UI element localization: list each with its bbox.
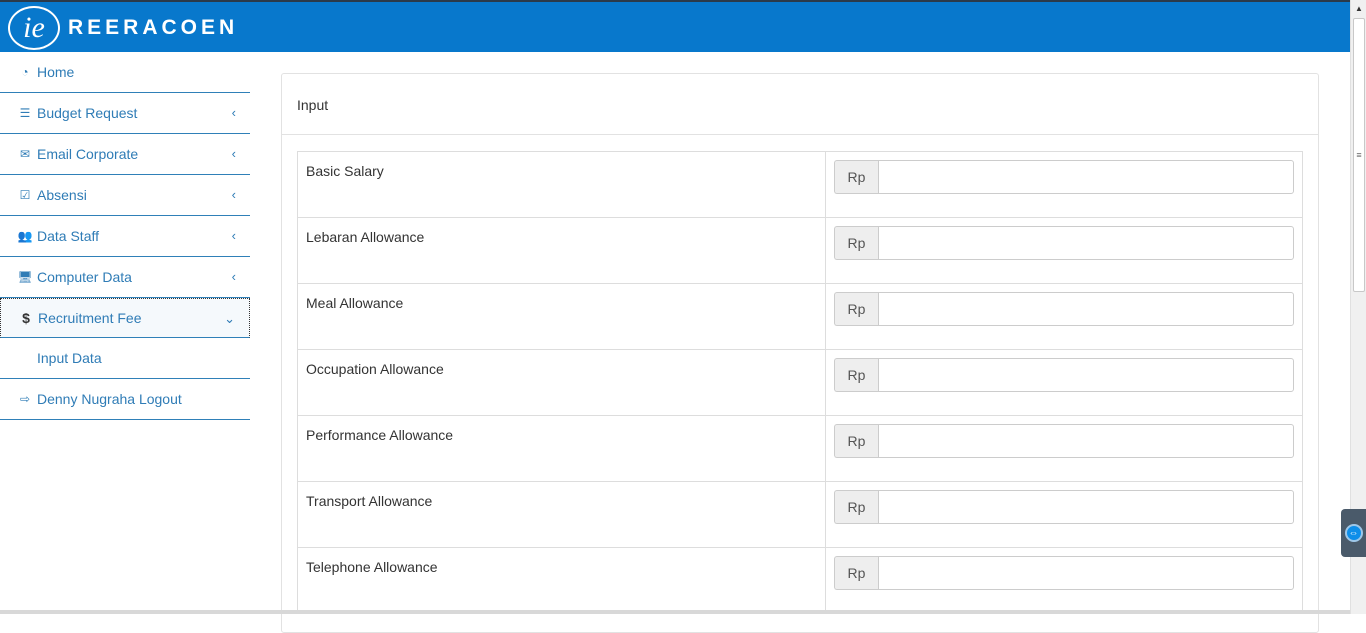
lebaran-allowance-input[interactable]: [878, 226, 1294, 260]
desktop-icon: 🖥: [17, 270, 33, 284]
sidebar-item-budget-request[interactable]: ☰ Budget Request ‹: [0, 93, 250, 134]
table-row: Basic Salary Rp: [298, 152, 1302, 218]
sidebar-item-home[interactable]: ◔ Home: [0, 52, 250, 93]
currency-prefix: Rp: [834, 490, 878, 524]
scroll-up-arrow-icon[interactable]: ▲: [1351, 0, 1366, 16]
panel-title: Input: [282, 74, 1318, 135]
sidebar-item-logout[interactable]: ⇨ Denny Nugraha Logout: [0, 379, 250, 420]
sidebar-item-absensi[interactable]: ☑ Absensi ‹: [0, 175, 250, 216]
table-row: Lebaran Allowance Rp: [298, 218, 1302, 284]
brand-monogram: ie: [8, 6, 60, 50]
currency-prefix: Rp: [834, 424, 878, 458]
chevron-left-icon: ‹: [231, 187, 236, 202]
remote-support-tab[interactable]: ⇔: [1341, 509, 1366, 557]
sidebar-item-label: Absensi: [37, 187, 87, 203]
sidebar-subitem-label: Input Data: [37, 350, 102, 366]
field-label: Telephone Allowance: [298, 548, 826, 613]
currency-prefix: Rp: [834, 292, 878, 326]
checkbox-icon: ☑: [19, 188, 31, 202]
sidebar-item-computer-data[interactable]: 🖥 Computer Data ‹: [0, 257, 250, 298]
currency-prefix: Rp: [834, 160, 878, 194]
currency-prefix: Rp: [834, 556, 878, 590]
field-cell: Rp: [826, 284, 1302, 349]
meal-allowance-input[interactable]: [878, 292, 1294, 326]
chevron-left-icon: ‹: [231, 269, 236, 284]
field-cell: Rp: [826, 350, 1302, 415]
logout-label: Denny Nugraha Logout: [37, 391, 182, 407]
table-row: Performance Allowance Rp: [298, 416, 1302, 482]
performance-allowance-input[interactable]: [878, 424, 1294, 458]
sidebar-item-email-corporate[interactable]: ✉ Email Corporate ‹: [0, 134, 250, 175]
currency-input-group: Rp: [834, 556, 1294, 590]
scrollbar-thumb[interactable]: ≡: [1353, 18, 1365, 292]
table-row: Telephone Allowance Rp: [298, 548, 1302, 614]
currency-input-group: Rp: [834, 490, 1294, 524]
sidebar-item-label: Budget Request: [37, 105, 138, 121]
sidebar: ◔ Home ☰ Budget Request ‹ ✉ Email Corpor…: [0, 52, 250, 614]
chevron-left-icon: ‹: [231, 146, 236, 161]
currency-input-group: Rp: [834, 292, 1294, 326]
bottom-strip: [0, 610, 1350, 614]
remote-support-icon: ⇔: [1344, 524, 1363, 542]
chevron-down-icon: ⌄: [224, 311, 235, 326]
chevron-left-icon: ‹: [231, 105, 236, 120]
currency-prefix: Rp: [834, 358, 878, 392]
currency-input-group: Rp: [834, 424, 1294, 458]
field-label: Lebaran Allowance: [298, 218, 826, 283]
field-label: Performance Allowance: [298, 416, 826, 481]
currency-prefix: Rp: [834, 226, 878, 260]
chevron-left-icon: ‹: [231, 228, 236, 243]
sidebar-item-label: Home: [37, 64, 75, 80]
field-label: Meal Allowance: [298, 284, 826, 349]
list-icon: ☰: [19, 106, 31, 120]
input-panel: Input Basic Salary Rp Lebaran Allowance …: [281, 73, 1319, 633]
sidebar-item-label: Computer Data: [37, 269, 132, 285]
currency-input-group: Rp: [834, 226, 1294, 260]
allowance-table: Basic Salary Rp Lebaran Allowance Rp Mea…: [297, 151, 1303, 614]
table-row: Meal Allowance Rp: [298, 284, 1302, 350]
sidebar-subitem-input-data[interactable]: Input Data: [0, 338, 250, 379]
table-row: Transport Allowance Rp: [298, 482, 1302, 548]
currency-input-group: Rp: [834, 160, 1294, 194]
top-header: ie REERACOEN: [0, 0, 1350, 52]
sidebar-item-label: Data Staff: [37, 228, 100, 244]
field-label: Basic Salary: [298, 152, 826, 217]
field-label: Transport Allowance: [298, 482, 826, 547]
sidebar-item-data-staff[interactable]: 👥 Data Staff ‹: [0, 216, 250, 257]
transport-allowance-input[interactable]: [878, 490, 1294, 524]
field-cell: Rp: [826, 416, 1302, 481]
field-cell: Rp: [826, 482, 1302, 547]
brand-logo[interactable]: ie REERACOEN: [8, 4, 238, 52]
users-icon: 👥: [17, 229, 33, 243]
field-cell: Rp: [826, 218, 1302, 283]
envelope-icon: ✉: [19, 147, 31, 161]
sidebar-item-label: Email Corporate: [37, 146, 139, 162]
field-cell: Rp: [826, 152, 1302, 217]
telephone-allowance-input[interactable]: [878, 556, 1294, 590]
brand-name: REERACOEN: [68, 16, 239, 39]
occupation-allowance-input[interactable]: [878, 358, 1294, 392]
sign-out-icon: ⇨: [19, 392, 31, 406]
sidebar-item-label: Recruitment Fee: [38, 310, 142, 326]
field-cell: Rp: [826, 548, 1302, 613]
dollar-icon: $: [22, 310, 30, 326]
table-row: Occupation Allowance Rp: [298, 350, 1302, 416]
sidebar-item-recruitment-fee[interactable]: $ Recruitment Fee ⌄: [0, 298, 250, 338]
basic-salary-input[interactable]: [878, 160, 1294, 194]
dashboard-icon: ◔: [21, 65, 29, 79]
currency-input-group: Rp: [834, 358, 1294, 392]
field-label: Occupation Allowance: [298, 350, 826, 415]
